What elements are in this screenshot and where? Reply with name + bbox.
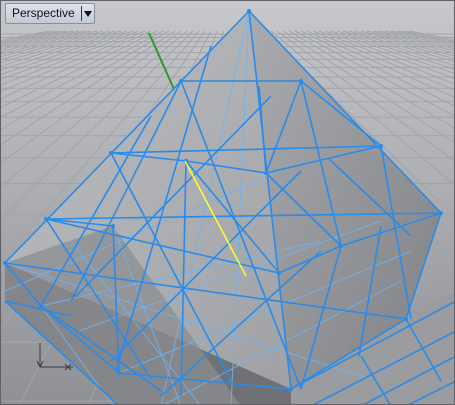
viewport-title[interactable]: Perspective xyxy=(6,4,81,23)
chevron-down-icon[interactable] xyxy=(82,4,94,23)
viewport-title-tab[interactable]: Perspective xyxy=(5,3,95,24)
perspective-viewport[interactable]: Perspective xyxy=(0,0,455,405)
3d-scene[interactable] xyxy=(1,1,455,405)
